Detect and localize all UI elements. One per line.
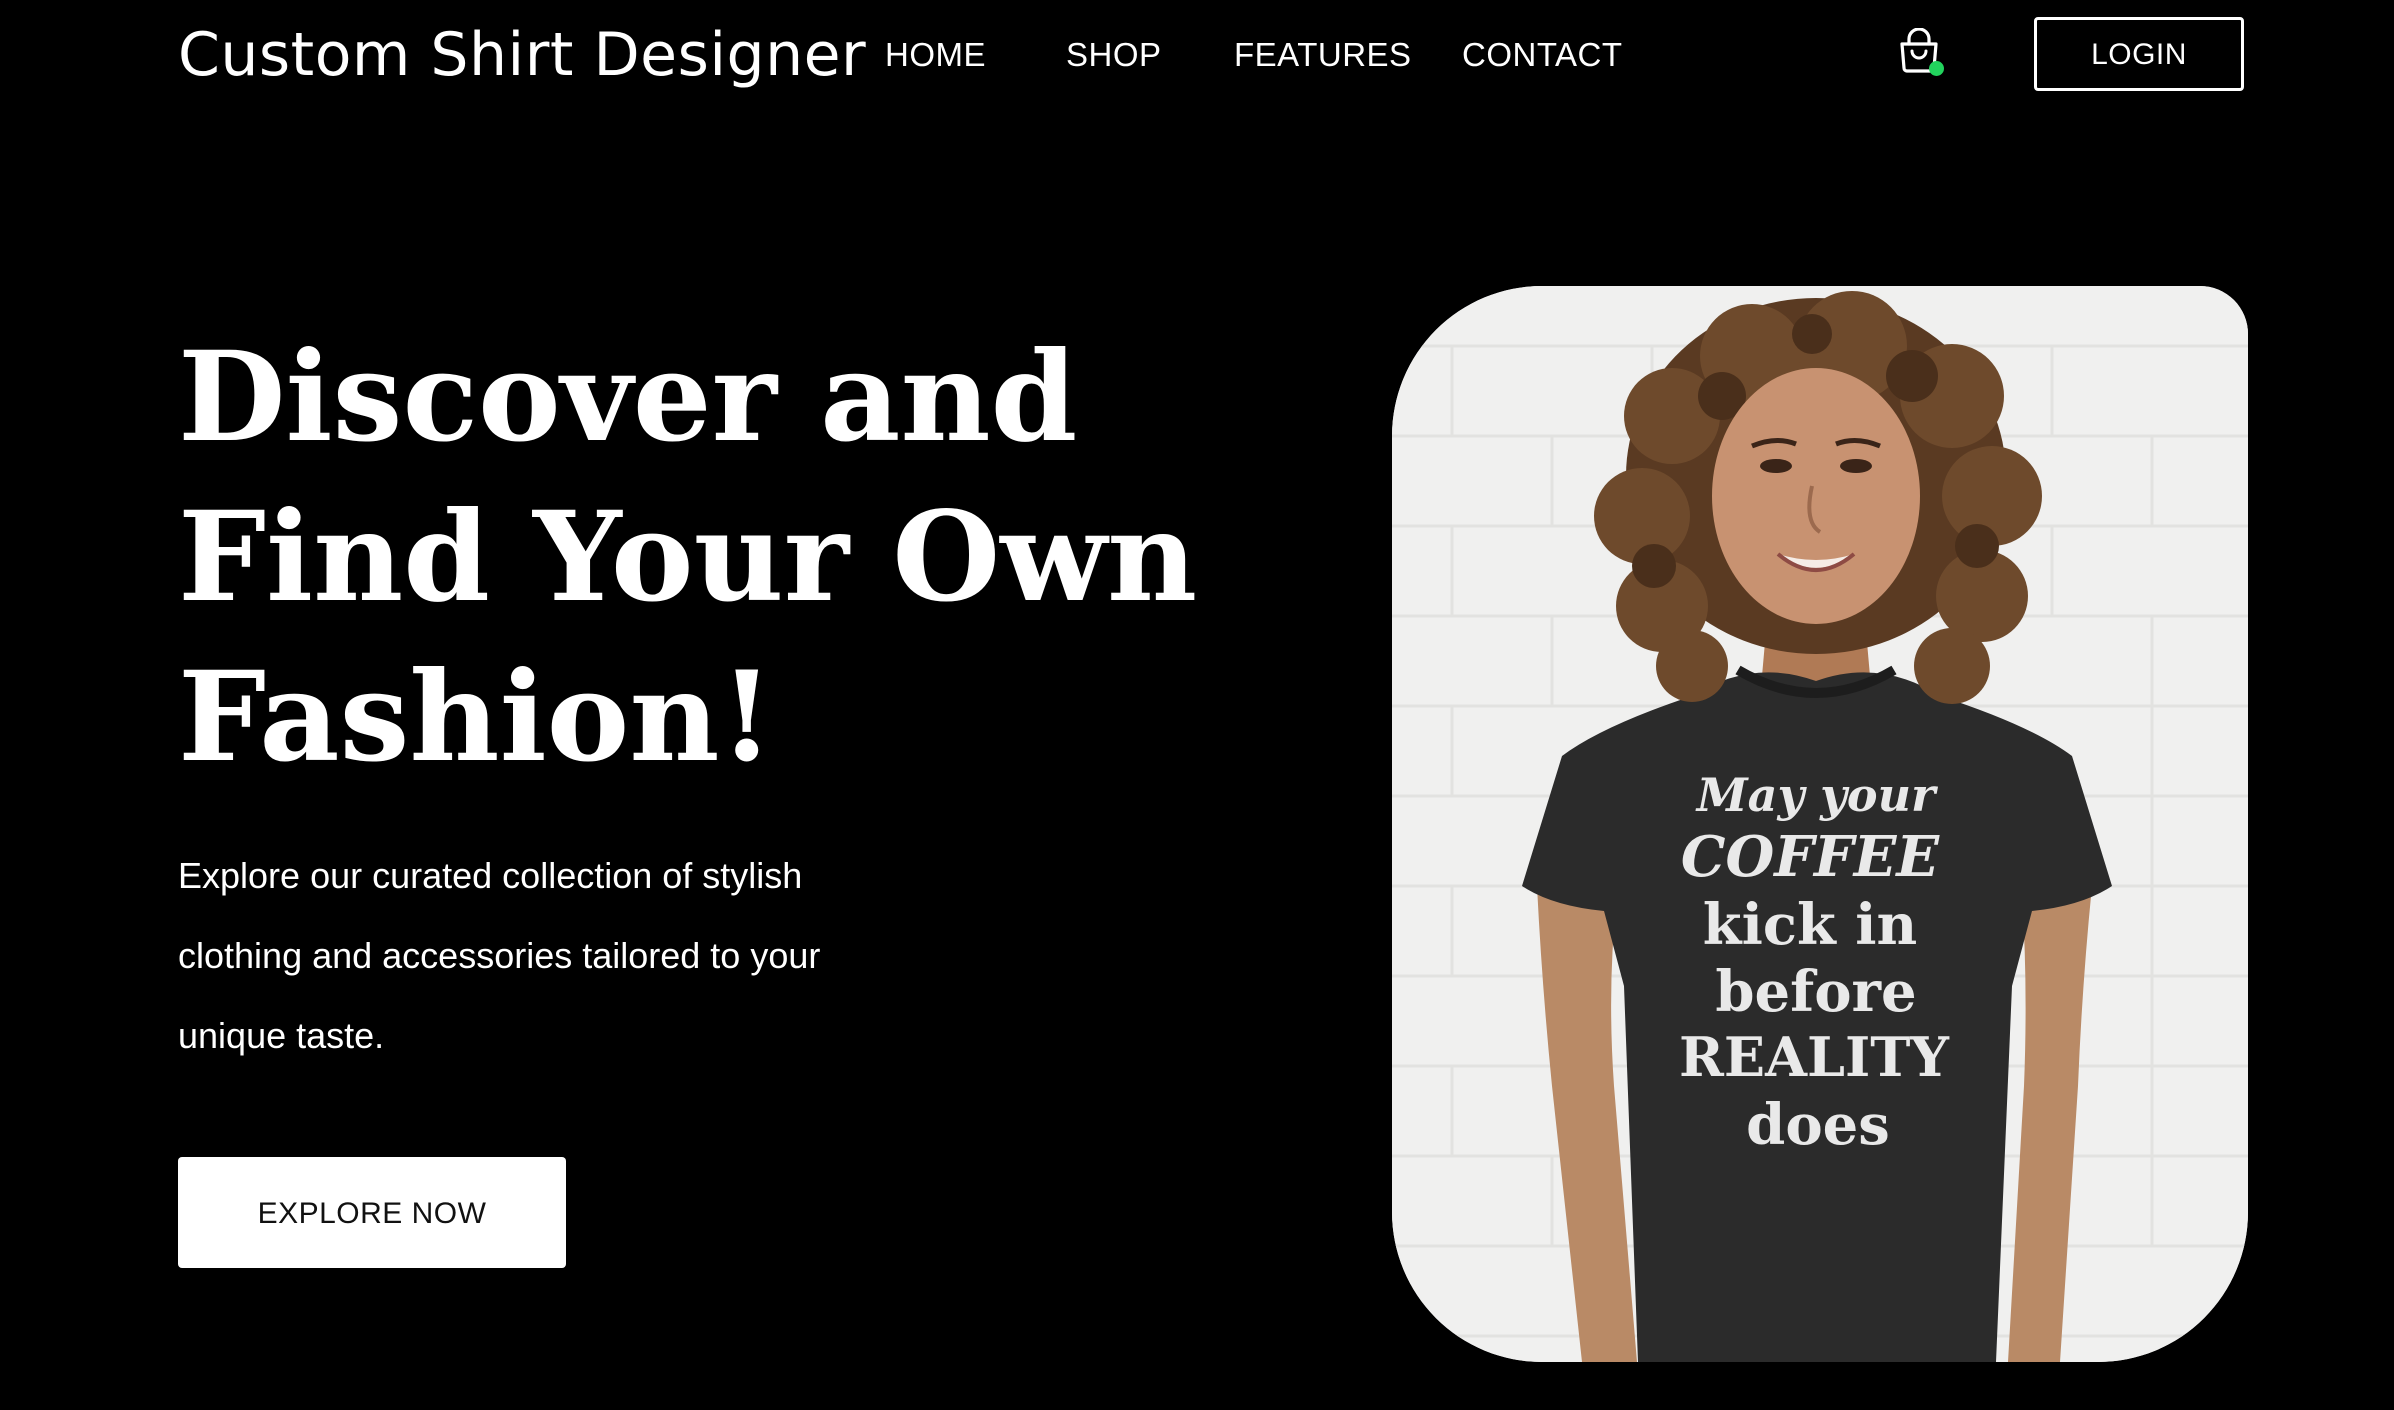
- description-line: Explore our curated collection of stylis…: [178, 855, 803, 896]
- brand-logo[interactable]: Custom Shirt Designer: [178, 14, 866, 96]
- cart-badge: [1929, 61, 1944, 76]
- explore-now-button[interactable]: EXPLORE NOW: [178, 1157, 566, 1268]
- nav-shop[interactable]: SHOP: [1066, 30, 1162, 80]
- nav-contact[interactable]: CONTACT: [1462, 30, 1623, 80]
- description-line: clothing and accessories tailored to you…: [178, 935, 821, 976]
- cart-button[interactable]: [1896, 27, 1950, 82]
- headline-line: Discover and: [178, 325, 1078, 470]
- login-button[interactable]: LOGIN: [2034, 17, 2244, 91]
- model-photo: May your COFFEE kick in before REALITY d…: [1392, 286, 2248, 1362]
- nav-features[interactable]: FEATURES: [1234, 30, 1412, 80]
- shirt-text-line: COFFEE: [1681, 824, 1941, 890]
- shirt-text-line: May your: [1695, 768, 1939, 822]
- description-line: unique taste.: [178, 1015, 385, 1056]
- page: Custom Shirt Designer HOME SHOP FEATURES…: [0, 0, 2394, 1410]
- hero-description: Explore our curated collection of stylis…: [178, 836, 978, 1076]
- hero-headline: Discover and Find Your Own Fashion!: [178, 318, 1198, 798]
- nav-home[interactable]: HOME: [885, 30, 986, 80]
- shirt-text-line: kick in: [1703, 892, 1917, 958]
- headline-line: Find Your Own: [178, 485, 1198, 630]
- shirt-text-line: before: [1715, 959, 1916, 1025]
- shirt-text-line: REALITY: [1679, 1025, 1950, 1089]
- headline-line: Fashion!: [178, 645, 774, 790]
- shirt-text-line: does: [1746, 1092, 1890, 1158]
- hero-image: May your COFFEE kick in before REALITY d…: [1392, 286, 2248, 1362]
